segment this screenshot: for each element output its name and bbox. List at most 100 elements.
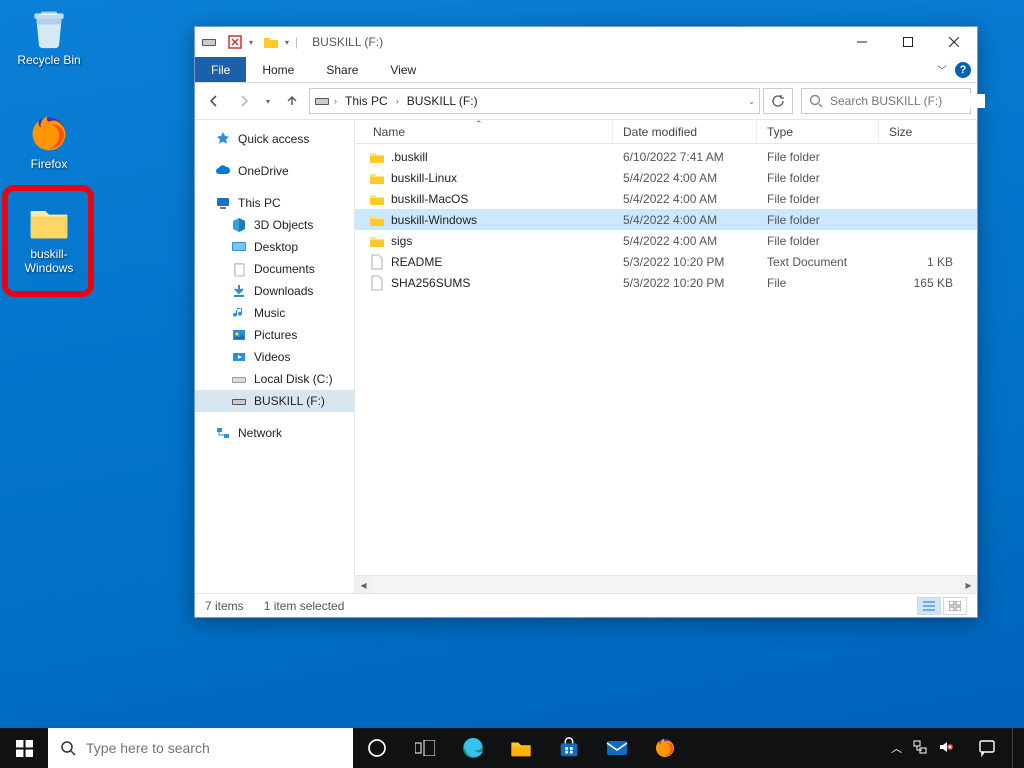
chevron-down-icon[interactable]: ▾ [249, 38, 253, 47]
horizontal-scrollbar[interactable]: ◂ ▸ [355, 575, 977, 593]
forward-button[interactable] [231, 88, 257, 114]
tray-volume-icon[interactable] [938, 739, 954, 758]
nav-documents[interactable]: Documents [195, 258, 354, 280]
folder-icon [369, 212, 385, 228]
desktop-icon-buskill-windows[interactable]: buskill-Windows [10, 200, 88, 275]
file-list[interactable]: .buskill6/10/2022 7:41 AMFile folderbusk… [355, 144, 977, 575]
recent-dropdown[interactable]: ▾ [261, 88, 275, 114]
qat-properties-icon[interactable] [227, 34, 243, 50]
task-view-button[interactable] [401, 728, 449, 768]
nav-quick-access[interactable]: Quick access [195, 128, 354, 150]
search-input[interactable] [830, 94, 985, 108]
network-icon [215, 425, 231, 441]
file-date: 5/4/2022 4:00 AM [613, 171, 757, 185]
file-row[interactable]: .buskill6/10/2022 7:41 AMFile folder [355, 146, 977, 167]
nav-this-pc[interactable]: This PC [195, 192, 354, 214]
file-row[interactable]: SHA256SUMS5/3/2022 10:20 PMFile165 KB [355, 272, 977, 293]
taskbar-search-input[interactable] [86, 740, 341, 756]
titlebar[interactable]: ▾ ▾ | BUSKILL (F:) [195, 27, 977, 57]
nav-toolbar: ▾ › This PC › BUSKILL (F:) ⌄ [195, 83, 977, 119]
file-icon [369, 275, 385, 291]
ribbon-tab-home[interactable]: Home [246, 57, 310, 82]
system-tray[interactable]: ︿ [883, 728, 962, 768]
column-header-size[interactable]: Size [879, 120, 977, 143]
taskbar-app-edge[interactable] [449, 728, 497, 768]
file-date: 5/3/2022 10:20 PM [613, 276, 757, 290]
desktop-icon [231, 239, 247, 255]
status-selection: 1 item selected [264, 599, 345, 613]
pictures-icon [231, 327, 247, 343]
chevron-down-icon[interactable]: ▾ [285, 38, 289, 47]
close-button[interactable] [931, 27, 977, 57]
file-name: .buskill [391, 150, 428, 164]
start-button[interactable] [0, 728, 48, 768]
nav-buskill-drive[interactable]: BUSKILL (F:) [195, 390, 354, 412]
file-row[interactable]: sigs5/4/2022 4:00 AMFile folder [355, 230, 977, 251]
up-button[interactable] [279, 88, 305, 114]
action-center-button[interactable] [966, 728, 1008, 768]
firefox-icon [27, 110, 71, 154]
address-dropdown[interactable]: ⌄ [748, 97, 755, 106]
column-header-name[interactable]: Name [355, 120, 613, 143]
breadcrumb-drive[interactable]: BUSKILL (F:) [403, 92, 482, 110]
refresh-button[interactable] [763, 88, 793, 114]
nav-local-disk[interactable]: Local Disk (C:) [195, 368, 354, 390]
pc-icon [215, 195, 231, 211]
chevron-right-icon[interactable]: › [396, 96, 399, 106]
qat-folder-icon[interactable] [263, 34, 279, 50]
nav-videos[interactable]: Videos [195, 346, 354, 368]
status-item-count: 7 items [205, 599, 244, 613]
nav-desktop[interactable]: Desktop [195, 236, 354, 258]
chevron-right-icon[interactable]: › [334, 96, 337, 106]
file-date: 5/3/2022 10:20 PM [613, 255, 757, 269]
folder-icon [369, 191, 385, 207]
back-button[interactable] [201, 88, 227, 114]
nav-pictures[interactable]: Pictures [195, 324, 354, 346]
column-header-date[interactable]: Date modified [613, 120, 757, 143]
file-explorer-window: ▾ ▾ | BUSKILL (F:) File Home Share View … [194, 26, 978, 618]
file-size: 165 KB [879, 276, 977, 290]
file-type: File folder [757, 192, 879, 206]
navigation-pane: Quick access OneDrive This PC 3D Objects… [195, 120, 355, 593]
show-desktop-button[interactable] [1012, 728, 1018, 768]
scroll-right-icon[interactable]: ▸ [960, 576, 977, 593]
desktop-icon-recycle-bin[interactable]: Recycle Bin [10, 6, 88, 67]
desktop-icon-firefox[interactable]: Firefox [10, 110, 88, 171]
search-icon [60, 740, 76, 756]
taskbar-app-explorer[interactable] [497, 728, 545, 768]
maximize-button[interactable] [885, 27, 931, 57]
ribbon-tab-share[interactable]: Share [310, 57, 374, 82]
cortana-button[interactable] [353, 728, 401, 768]
address-bar[interactable]: › This PC › BUSKILL (F:) ⌄ [309, 88, 760, 114]
drive-icon [314, 93, 330, 109]
content-pane: ⌃ Name Date modified Type Size .buskill6… [355, 120, 977, 593]
file-row[interactable]: buskill-MacOS5/4/2022 4:00 AMFile folder [355, 188, 977, 209]
taskbar-app-firefox[interactable] [641, 728, 689, 768]
taskbar-app-mail[interactable] [593, 728, 641, 768]
minimize-button[interactable] [839, 27, 885, 57]
taskbar-app-store[interactable] [545, 728, 593, 768]
ribbon-expand-icon[interactable]: ﹀ [937, 62, 947, 77]
nav-network[interactable]: Network [195, 422, 354, 444]
ribbon-tab-view[interactable]: View [374, 57, 432, 82]
search-box[interactable] [801, 88, 971, 114]
nav-downloads[interactable]: Downloads [195, 280, 354, 302]
tray-chevron-icon[interactable]: ︿ [891, 740, 902, 756]
desktop-icon-label: buskill-Windows [10, 247, 88, 275]
breadcrumb-this-pc[interactable]: This PC [341, 92, 392, 110]
ribbon-tab-file[interactable]: File [195, 57, 246, 82]
file-row[interactable]: buskill-Windows5/4/2022 4:00 AMFile fold… [355, 209, 977, 230]
downloads-icon [231, 283, 247, 299]
column-header-type[interactable]: Type [757, 120, 879, 143]
nav-music[interactable]: Music [195, 302, 354, 324]
view-details-button[interactable] [917, 597, 941, 615]
nav-3d-objects[interactable]: 3D Objects [195, 214, 354, 236]
file-row[interactable]: README5/3/2022 10:20 PMText Document1 KB [355, 251, 977, 272]
view-large-icons-button[interactable] [943, 597, 967, 615]
taskbar-search[interactable] [48, 728, 353, 768]
file-row[interactable]: buskill-Linux5/4/2022 4:00 AMFile folder [355, 167, 977, 188]
scroll-left-icon[interactable]: ◂ [355, 576, 372, 593]
tray-network-icon[interactable] [912, 739, 928, 758]
nav-onedrive[interactable]: OneDrive [195, 160, 354, 182]
help-icon[interactable]: ? [955, 62, 971, 78]
